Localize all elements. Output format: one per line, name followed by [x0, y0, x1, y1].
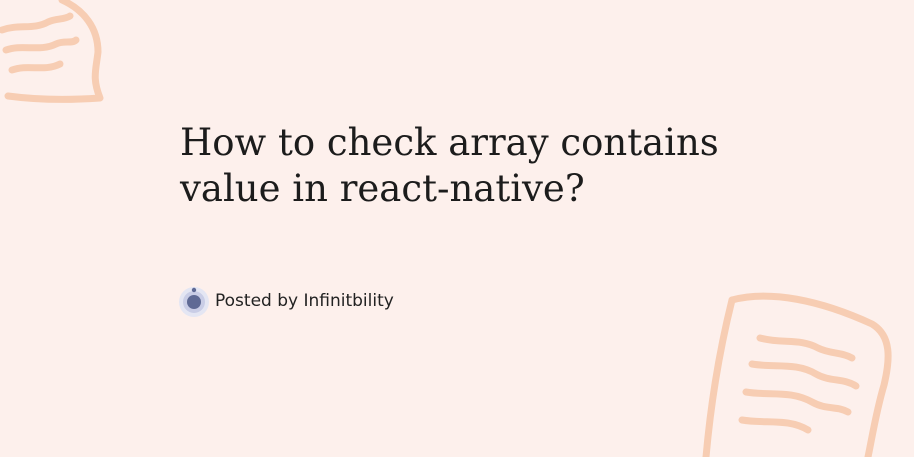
bottom-right-note-doodle-icon	[702, 292, 892, 457]
top-left-note-doodle-icon	[0, 0, 104, 103]
post-byline: Posted by Infinitbility	[178, 284, 394, 318]
decorative-doodles	[0, 0, 892, 457]
byline-text: Posted by Infinitbility	[215, 291, 394, 311]
post-title: How to check array contains value in rea…	[180, 121, 719, 210]
author-avatar-icon	[179, 287, 209, 317]
